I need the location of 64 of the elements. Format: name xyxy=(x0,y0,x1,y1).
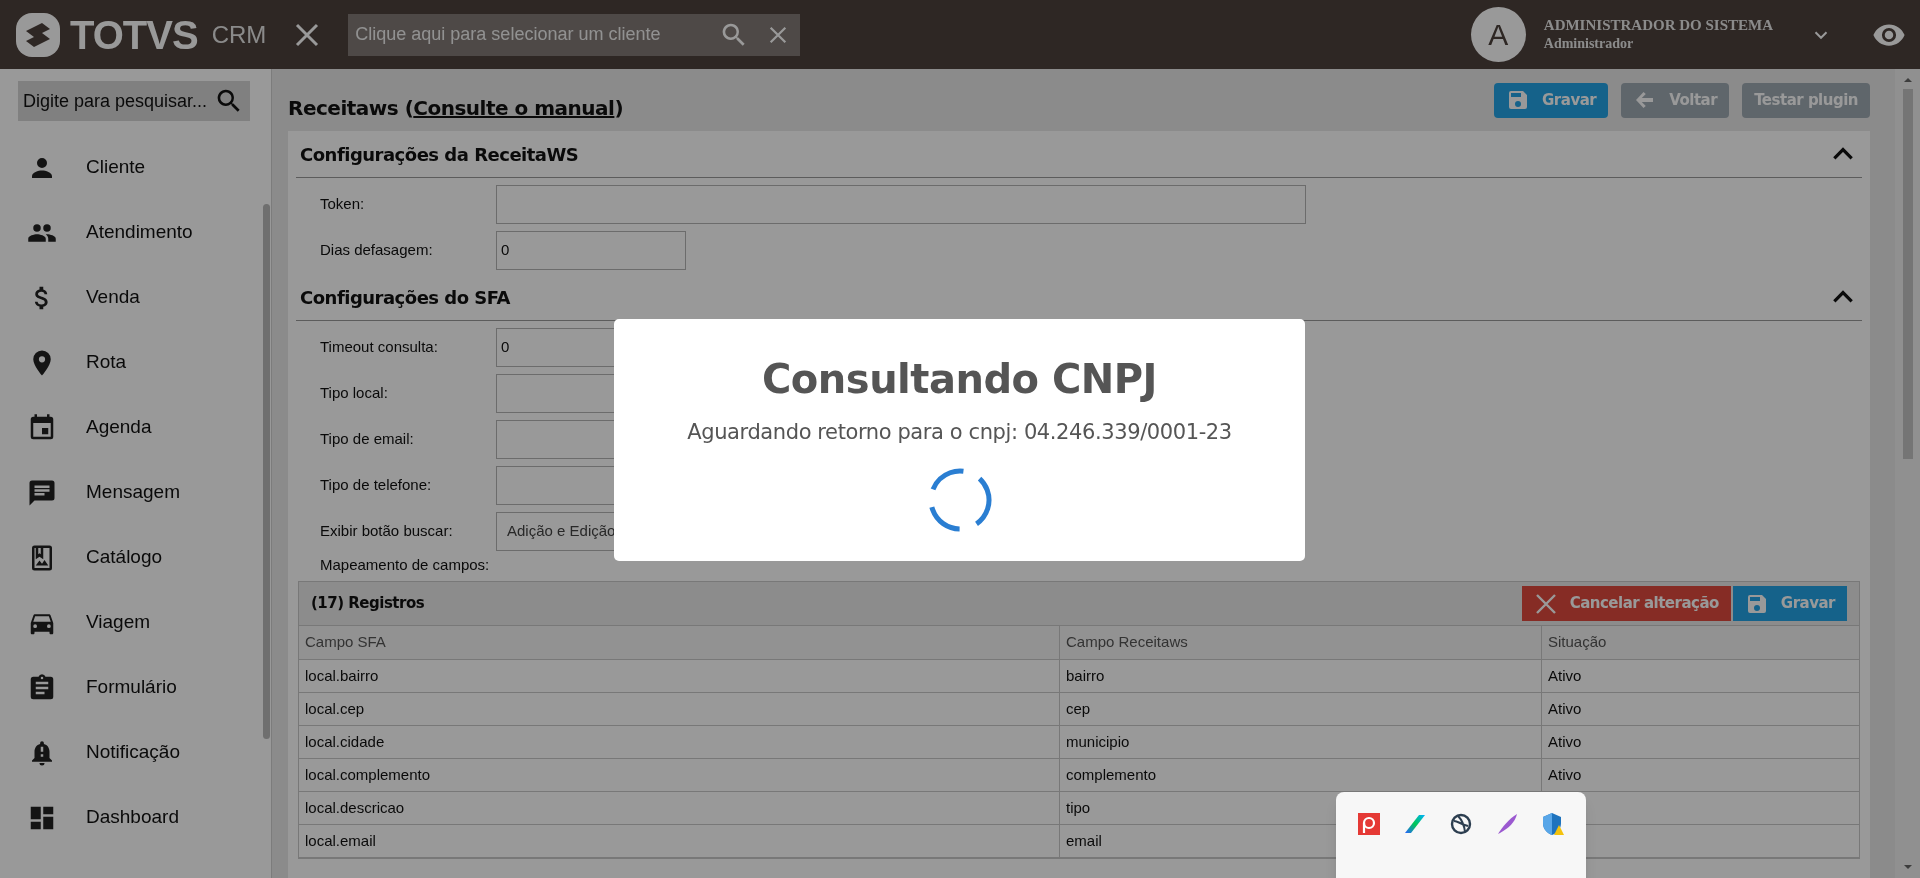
user-name: ADMINISTRADOR DO SISTEMA xyxy=(1543,16,1773,36)
search-input[interactable]: Clique aqui para selecionar um cliente xyxy=(355,21,720,48)
scrollbar-thumb[interactable] xyxy=(263,204,270,739)
table-cell: cep xyxy=(1059,693,1541,725)
menu-item[interactable]: Rota xyxy=(0,330,271,395)
menu-item[interactable]: Dashboard xyxy=(0,785,271,850)
section-title: Configurações do SFA xyxy=(300,285,510,310)
input-field[interactable]: 0 xyxy=(496,231,686,270)
column-header[interactable]: Campo Receitaws xyxy=(1059,626,1541,659)
table-title: (17) Registros xyxy=(311,593,425,615)
user-role: Administrador xyxy=(1543,35,1635,53)
shield-warning-icon[interactable] xyxy=(1541,812,1565,836)
menu-item[interactable]: Notificação xyxy=(0,720,271,785)
client-search-field[interactable]: Clique aqui para selecionar um cliente xyxy=(348,13,801,56)
menu-item[interactable]: Viagem xyxy=(0,590,271,655)
feather-icon[interactable] xyxy=(1495,812,1519,836)
app-icon[interactable] xyxy=(1357,812,1381,836)
table-cell-text: local.cidade xyxy=(304,731,386,752)
table-cell: municipio xyxy=(1059,726,1541,758)
table-cell: Ativo xyxy=(1541,759,1859,791)
globe-icon[interactable] xyxy=(1449,812,1473,836)
menu-item[interactable]: Catálogo xyxy=(0,525,271,590)
table-cell-text: local.complemento xyxy=(304,764,432,785)
scrollbar-thumb[interactable] xyxy=(1902,89,1913,459)
table-cell-text: local.cep xyxy=(304,698,366,719)
column-header[interactable]: Situação xyxy=(1541,626,1859,659)
section-title: Configurações da ReceitaWS xyxy=(300,142,579,167)
page-title: Receitaws (Consulte o manual) xyxy=(288,95,624,122)
search-input[interactable]: Digite para pesquisar... xyxy=(23,87,213,115)
field-label: Token: xyxy=(320,194,366,215)
table-cell: Ativo xyxy=(1541,660,1859,692)
menu-item[interactable]: Mensagem xyxy=(0,460,271,525)
close-icon xyxy=(1533,591,1558,616)
field-label: Dias defasagem: xyxy=(320,240,434,261)
scroll-up-icon[interactable] xyxy=(1902,75,1913,85)
table-cell-text: local.bairro xyxy=(304,665,380,686)
menu-item[interactable]: Cliente xyxy=(0,135,271,200)
menu-search-field[interactable]: Digite para pesquisar... xyxy=(18,81,250,121)
dialog-title: Consultando CNPJ xyxy=(762,355,1157,404)
input-field[interactable] xyxy=(496,185,1306,224)
logo-suffix: CRM xyxy=(211,22,267,47)
table-cell-text: local.email xyxy=(304,830,377,851)
field-label: Tipo de telefone: xyxy=(320,475,433,496)
dialog-message: Aguardando retorno para o cnpj: 04.246.339/0001-23 xyxy=(687,419,1232,446)
field-label: Tipo local: xyxy=(320,383,389,404)
table-cell: bairro xyxy=(1059,660,1541,692)
table-cell: Ativo xyxy=(1541,726,1859,758)
logo-text: TOTVS xyxy=(70,14,198,55)
field-label: Exibir botão buscar: xyxy=(320,521,454,542)
avatar[interactable]: A xyxy=(1470,7,1526,62)
scroll-down-icon[interactable] xyxy=(1902,862,1913,872)
menu-item[interactable]: Atendimento xyxy=(0,200,271,265)
slash-icon[interactable] xyxy=(1403,812,1427,836)
menu-item[interactable]: Venda xyxy=(0,265,271,330)
table-cell: Ativo xyxy=(1541,693,1859,725)
table-cell-text: local.descricao xyxy=(304,797,406,818)
menu-item[interactable]: Formulário xyxy=(0,655,271,720)
logo-icon xyxy=(14,10,62,59)
column-header[interactable]: Campo SFA xyxy=(299,626,1059,659)
menu-item[interactable]: Agenda xyxy=(0,395,271,460)
field-label: Tipo de email: xyxy=(320,429,415,450)
table-cell: complemento xyxy=(1059,759,1541,791)
field-label: Mapeamento de campos: xyxy=(319,555,491,575)
field-label: Timeout consulta: xyxy=(320,337,439,358)
